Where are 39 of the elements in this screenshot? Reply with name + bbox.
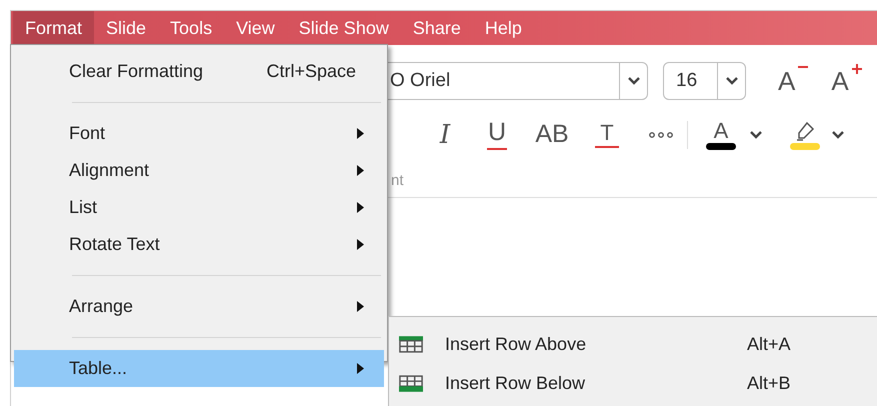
chevron-icon — [726, 77, 738, 85]
submenu-arrow-icon — [357, 165, 364, 176]
chevron-icon — [628, 77, 640, 85]
menu-item[interactable]: Font — [14, 115, 384, 152]
table-row-icon — [399, 375, 423, 392]
italic-button[interactable]: I — [425, 115, 465, 155]
menu-tab[interactable]: Slide — [94, 11, 158, 45]
decrease-font-size-button[interactable]: A — [778, 68, 810, 94]
shortcut-label: Alt+B — [747, 372, 791, 395]
plus-icon — [850, 64, 863, 74]
shortcut-label: Alt+A — [747, 333, 791, 356]
menu-item[interactable]: List — [14, 189, 384, 226]
font-color-button[interactable]: A — [704, 115, 738, 155]
submenu-arrow-icon — [357, 128, 364, 139]
menu-tab[interactable]: Tools — [158, 11, 224, 45]
size-field[interactable]: 16 — [663, 62, 746, 100]
group-label: nt — [391, 171, 404, 191]
submenu-arrow-icon — [357, 363, 364, 374]
strikethrough-button[interactable]: T — [587, 115, 627, 155]
menu-item[interactable]: Arrange — [14, 288, 384, 325]
submenu-arrow-icon — [357, 202, 364, 213]
shortcut-label: Ctrl+Space — [266, 60, 356, 83]
menu-item[interactable]: Insert Row Below Alt+B — [389, 364, 877, 403]
dots-icon — [649, 132, 673, 138]
menu-tab[interactable]: View — [224, 11, 287, 45]
menu-item[interactable]: Alignment — [14, 152, 384, 189]
menu-tab[interactable]: Slide Show — [286, 11, 401, 45]
menu-item[interactable]: Rotate Text — [14, 226, 384, 263]
menu-tab[interactable]: Format — [13, 11, 94, 45]
menu-tab[interactable]: Share — [400, 11, 473, 45]
submenu-arrow-icon — [357, 301, 364, 312]
submenu-arrow-icon — [357, 239, 364, 250]
table-row-icon — [399, 336, 423, 353]
menu-item[interactable]: Table... — [14, 350, 384, 387]
menu-item[interactable]: Insert Row Above Alt+A — [389, 325, 877, 364]
increase-font-size-button[interactable]: A — [831, 68, 863, 94]
underline-button[interactable]: U — [477, 115, 517, 155]
caps-button[interactable]: AB — [529, 115, 575, 155]
menu-tab[interactable]: Help — [472, 11, 534, 45]
